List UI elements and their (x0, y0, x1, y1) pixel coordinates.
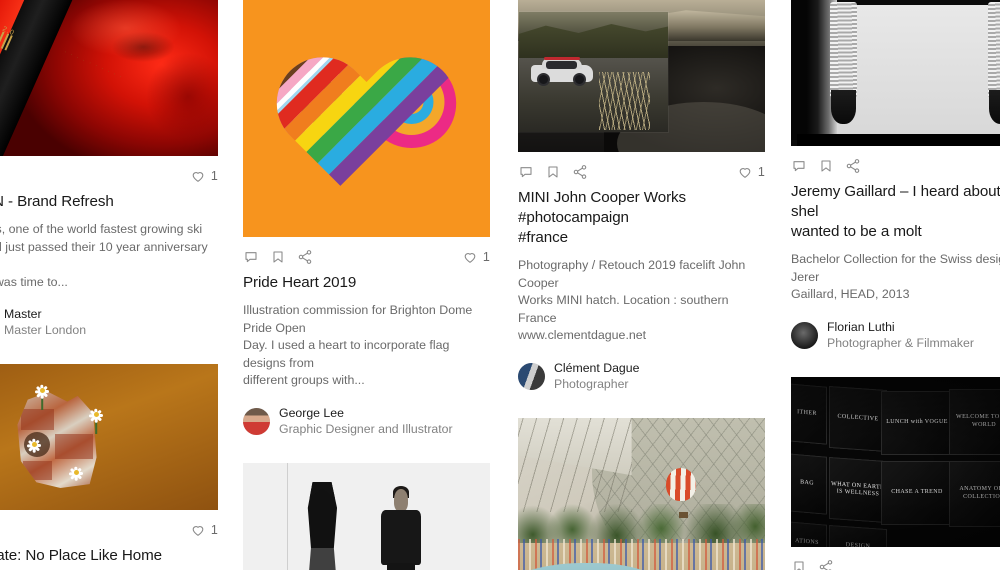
project-title[interactable]: Jeremy Gaillard – I heard about a shel w… (791, 182, 1000, 242)
project-author[interactable]: Clément Dague Photographer (518, 361, 765, 392)
bookmark-icon[interactable] (545, 164, 561, 180)
hand-left (831, 90, 856, 124)
like-count: 1 (210, 523, 218, 537)
textured-sleeve-right (988, 2, 1000, 98)
hot-air-balloon (666, 468, 697, 502)
project-thumbnail-mini[interactable] (518, 0, 765, 152)
author-role: Graphic Designer and Illustrator (279, 421, 453, 436)
screens-vignette (791, 376, 1000, 547)
author-name[interactable]: Florian Luthi (827, 320, 974, 335)
bookmark-icon[interactable] (270, 249, 286, 265)
avatar-image (243, 407, 270, 435)
project-title[interactable]: ay Late: No Place Like Home (0, 546, 218, 566)
project-thumbnail-dome[interactable] (518, 417, 765, 570)
project-card-pride-heart[interactable]: 1 Pride Heart 2019 Illustration commissi… (243, 0, 490, 437)
pride-heart-illustration (276, 57, 457, 213)
project-card-dome[interactable]: 2 (518, 417, 765, 570)
author-name[interactable]: George Lee (279, 406, 453, 421)
dome-roof-beams (518, 417, 632, 512)
textured-sleeve-left (830, 2, 857, 98)
project-description: n Skis, one of the world fastest growing… (0, 222, 208, 289)
project-description: Bachelor Collection for the Swiss design… (791, 252, 1000, 301)
comment-bubble-icon[interactable] (518, 164, 534, 180)
project-thumbnail-pride-heart[interactable] (243, 0, 490, 237)
avatar-image (518, 362, 545, 390)
heart-icon[interactable] (462, 249, 478, 265)
portfolio-feed-grid: 2.0 · · · · · · · · · · 1 TION - Brand R… (0, 0, 1000, 570)
daisy-flower (34, 382, 50, 410)
project-card-gaillard[interactable]: Jeremy Gaillard – I heard about a shel w… (791, 0, 1000, 351)
project-card-vogue[interactable]: ITHER COLLECTIVE LUNCH with VOGUE WELCOM… (791, 376, 1000, 570)
project-title[interactable]: Pride Heart 2019 (243, 273, 490, 293)
feed-column-2: 1 Pride Heart 2019 Illustration commissi… (243, 0, 490, 570)
share-icon[interactable] (297, 249, 313, 265)
share-icon[interactable] (818, 559, 834, 570)
like-count: 1 (210, 169, 218, 183)
avatar[interactable] (243, 407, 270, 435)
floor-line (797, 134, 1000, 146)
like-count: 1 (757, 165, 765, 179)
comment-bubble-icon[interactable] (791, 158, 807, 174)
project-description: Illustration commission for Brighton Dom… (243, 303, 473, 387)
share-icon[interactable] (845, 158, 861, 174)
feed-column-4: Jeremy Gaillard – I heard about a shel w… (791, 0, 1000, 570)
avatar[interactable] (518, 362, 545, 390)
daisy-flower (26, 436, 42, 453)
mini-foreground-photo (519, 12, 668, 132)
avatar-image (791, 321, 818, 349)
author-role: Master London (4, 323, 87, 337)
studio-wall (243, 462, 490, 570)
daisy-flower (88, 406, 104, 434)
card-actions-gaillard (791, 146, 1000, 180)
project-thumbnail-brick[interactable] (0, 364, 218, 510)
project-card-mini[interactable]: 1 MINI John Cooper Works #photocampaign … (518, 0, 765, 392)
project-title[interactable]: TION - Brand Refresh (0, 192, 218, 212)
project-card-duo[interactable] (243, 462, 490, 570)
figure-right (381, 485, 421, 570)
bookmark-icon[interactable] (791, 559, 807, 570)
bookmark-icon[interactable] (818, 158, 834, 174)
project-card-home[interactable]: 1 ay Late: No Place Like Home a queer ho… (0, 364, 218, 570)
wall-corner-line (287, 462, 289, 570)
project-card-ski[interactable]: 2.0 · · · · · · · · · · 1 TION - Brand R… (0, 0, 218, 338)
project-thumbnail-sleeves[interactable] (791, 0, 1000, 146)
author-role: Photographer & Filmmaker (827, 335, 974, 350)
heart-icon[interactable] (190, 168, 206, 184)
project-thumbnail-ski[interactable]: 2.0 · · · · · · · · · · (0, 0, 218, 156)
feed-column-1: 2.0 · · · · · · · · · · 1 TION - Brand R… (0, 0, 218, 570)
comment-bubble-icon[interactable] (243, 249, 259, 265)
daisy-flower (68, 464, 84, 481)
card-actions-mini: 1 (518, 152, 765, 186)
card-actions-vogue (791, 547, 1000, 570)
heart-icon[interactable] (190, 522, 206, 538)
balloon-basket (678, 511, 688, 518)
card-actions-home: 1 (0, 510, 218, 544)
project-title[interactable]: MINI John Cooper Works #photocampaign #f… (518, 188, 765, 248)
card-actions-ski: 1 (0, 156, 218, 190)
project-author[interactable]: Florian Luthi Photographer & Filmmaker (791, 320, 1000, 351)
mini-car (531, 56, 593, 86)
avatar[interactable] (791, 321, 818, 349)
card-actions-pride: 1 (243, 237, 490, 271)
author-name[interactable]: Master (4, 307, 86, 322)
project-thumbnail-screens[interactable]: ITHER COLLECTIVE LUNCH with VOGUE WELCOM… (791, 376, 1000, 547)
share-icon[interactable] (572, 164, 588, 180)
project-description: Photography / Retouch 2019 facelift John… (518, 258, 746, 342)
feed-column-3: 1 MINI John Cooper Works #photocampaign … (518, 0, 765, 570)
project-author[interactable]: George Lee Graphic Designer and Illustra… (243, 406, 490, 437)
author-role: Photographer (554, 376, 629, 391)
heart-icon[interactable] (737, 164, 753, 180)
project-thumbnail-duo[interactable] (243, 462, 490, 570)
like-count: 1 (482, 250, 490, 264)
author-name[interactable]: Clément Dague (554, 361, 639, 376)
project-author[interactable]: Master Master London (0, 307, 218, 338)
